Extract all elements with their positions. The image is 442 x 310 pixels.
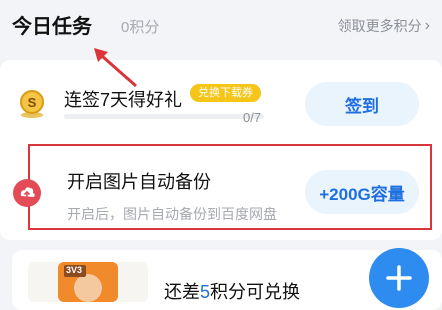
checkin-progress-text: 0/7 — [243, 110, 262, 125]
add-button[interactable] — [369, 248, 429, 308]
checkin-progress-bar — [64, 114, 264, 119]
svg-text:S: S — [28, 95, 37, 110]
get-more-points-link[interactable]: 领取更多积分 › — [338, 16, 430, 36]
annotation-arrow-icon — [94, 48, 137, 88]
reward-thumbnail-label: 3V3 — [66, 265, 83, 275]
plus-icon — [386, 265, 412, 291]
claim-capacity-button[interactable]: +200G容量 — [305, 170, 419, 214]
reward-thumbnail: 3V3 — [28, 262, 148, 302]
gold-coin-s-icon: S — [16, 88, 48, 120]
get-more-points-label: 领取更多积分 — [337, 18, 422, 34]
backup-task-title: 开启图片自动备份 — [67, 172, 211, 192]
redeem-prefix: 还差 — [164, 282, 200, 302]
checkin-button[interactable]: 签到 — [305, 82, 419, 126]
chevron-right-icon: › — [424, 17, 430, 34]
cloud-upload-icon — [12, 178, 42, 208]
redeem-points-text: 还差5积分可兑换 — [164, 278, 300, 304]
redeem-coupon-badge: 兑换下载券 — [190, 84, 261, 102]
points-count: 0积分 — [121, 19, 160, 36]
task-header: 今日任务 0积分 领取更多积分 › — [0, 0, 442, 52]
backup-task-description: 开启后，图片自动备份到百度网盘 — [67, 206, 277, 222]
points-needed: 5 — [200, 282, 211, 302]
redeem-suffix: 积分可兑换 — [210, 282, 301, 302]
page-title: 今日任务 — [12, 16, 92, 38]
